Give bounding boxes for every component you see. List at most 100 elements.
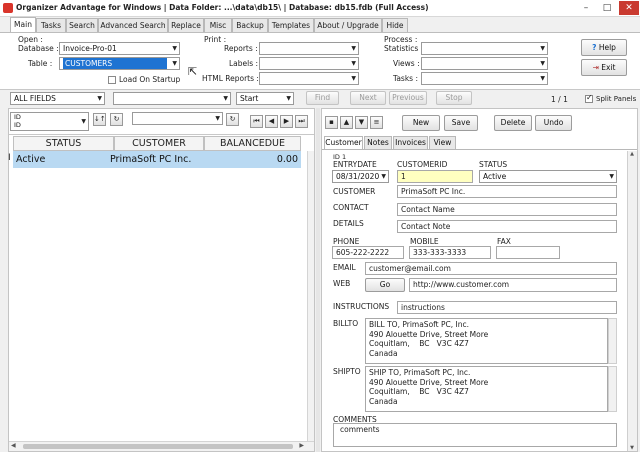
sort-order-button[interactable]: ↓↑ [93,113,106,126]
tab-misc[interactable]: Misc [204,18,232,32]
comments-field[interactable]: comments [333,423,617,447]
load-on-startup-label: Load On Startup [119,75,181,84]
statistics-select[interactable]: ▼ [421,42,548,55]
move-down-button[interactable]: ▼ [355,116,368,129]
split-panels-checkbox[interactable] [585,93,593,103]
tab-advanced-search[interactable]: Advanced Search [98,18,168,32]
title-bar: Organizer Advantage for Windows | Data F… [0,0,640,17]
tab-hide[interactable]: Hide [382,18,408,32]
last-record-button[interactable]: ⏭ [295,115,308,128]
status-select[interactable]: Active ▼ [479,170,617,183]
new-record-button[interactable]: New [402,115,440,131]
filter-select[interactable]: ▼ [132,112,223,125]
shipto-field[interactable]: SHIP TO, PrimaSoft PC, Inc. 490 Alouette… [365,366,608,412]
tasks-select[interactable]: ▼ [421,72,548,85]
move-field-button[interactable]: ▪ [325,116,338,129]
tab-customer[interactable]: Customer [324,136,363,149]
column-header-customer[interactable]: CUSTOMER [114,136,204,151]
refresh-sort-button[interactable]: ↻ [110,113,123,126]
move-up-button[interactable]: ▲ [340,116,353,129]
chevron-down-icon: ▼ [81,118,86,125]
cell-customer: PrimaSoft PC Inc. [110,154,192,165]
details-field[interactable]: Contact Note [397,220,617,233]
refresh-filter-button[interactable]: ↻ [226,113,239,126]
shipto-scrollbar[interactable] [608,366,617,412]
customer-form: ▲ ▼ ID 1 ENTRYDATE 08/31/2020 ▼ CUSTOMERI… [322,151,637,451]
delete-record-button[interactable]: Delete [494,115,532,131]
chevron-down-icon: ▼ [540,60,545,67]
close-button[interactable]: ✕ [619,1,639,15]
tab-replace[interactable]: Replace [168,18,204,32]
html-reports-select[interactable]: ▼ [259,72,359,85]
billto-scrollbar[interactable] [608,318,617,364]
labels-select[interactable]: ▼ [259,57,359,70]
align-button[interactable]: ≡ [370,116,383,129]
stop-button[interactable]: Stop [436,91,472,105]
grid-hscrollbar[interactable]: ◀ ▶ [9,441,314,451]
reports-select[interactable]: ▼ [259,42,359,55]
views-select[interactable]: ▼ [421,57,548,70]
next-record-button[interactable]: ▶ [280,115,293,128]
minimize-button[interactable]: – [576,1,596,15]
previous-button[interactable]: Previous [389,91,427,105]
fax-field[interactable] [496,246,560,259]
find-button[interactable]: Find [306,91,339,105]
tab-tasks[interactable]: Tasks [36,18,66,32]
tab-invoices[interactable]: Invoices [393,136,428,149]
instructions-field[interactable]: instructions [397,301,617,314]
column-header-status[interactable]: STATUS [13,136,114,151]
chevron-down-icon: ▼ [609,173,614,180]
first-record-button[interactable]: ⏮ [250,115,263,128]
email-field[interactable]: customer@email.com [365,262,617,275]
field-icon: ▪ [329,118,334,126]
refresh-icon: ↻ [229,115,236,123]
tab-templates[interactable]: Templates [268,18,314,32]
tab-notes[interactable]: Notes [364,136,392,149]
scroll-thumb[interactable] [23,444,293,449]
next-button[interactable]: Next [350,91,386,105]
undo-button[interactable]: Undo [535,115,572,131]
chevron-down-icon: ▼ [351,75,356,82]
tab-backup[interactable]: Backup [232,18,268,32]
phone-field[interactable]: 605-222-2222 [332,246,404,259]
load-on-startup-checkbox[interactable] [108,76,116,84]
grid-vscrollbar[interactable] [307,151,314,441]
cell-balancedue: 0.00 [276,154,298,165]
help-button[interactable]: ? Help [581,39,627,56]
tab-view[interactable]: View [429,136,456,149]
customer-label: CUSTOMER [333,187,376,196]
web-field[interactable]: http://www.customer.com [409,278,617,292]
tab-main[interactable]: Main [10,17,36,32]
mobile-label: MOBILE [410,237,439,246]
form-vscrollbar[interactable]: ▲ ▼ [627,151,637,451]
column-header-balancedue[interactable]: BALANCEDUE [204,136,301,151]
entrydate-field[interactable]: 08/31/2020 ▼ [332,170,389,183]
billto-field[interactable]: BILL TO, PrimaSoft PC, Inc. 490 Alouette… [365,318,608,364]
database-select[interactable]: Invoice-Pro-01 ▼ [59,42,180,55]
search-input[interactable]: ▼ [113,92,231,105]
sort-icon: ↓↑ [94,115,106,123]
next-icon: ▶ [283,117,290,125]
panel-splitter[interactable] [316,108,320,452]
save-record-button[interactable]: Save [444,115,478,131]
tab-search[interactable]: Search [66,18,98,32]
web-go-button[interactable]: Go [365,278,405,292]
reports-label: Reports : [224,44,258,53]
search-mode-select[interactable]: Start ▼ [236,92,294,105]
table-select[interactable]: CUSTOMERS ▼ [59,57,180,70]
table-row[interactable]: Active PrimaSoft PC Inc. 0.00 [13,151,301,168]
sort-field-select[interactable]: ID ID ▼ [10,112,89,131]
maximize-button[interactable]: □ [597,1,617,15]
exit-icon: ⇥ [592,63,599,72]
chevron-down-icon: ▼ [351,45,356,52]
customerid-field[interactable]: 1 [397,170,473,183]
help-icon: ? [592,43,597,52]
search-field-select[interactable]: ALL FIELDS ▼ [10,92,105,105]
exit-button[interactable]: ⇥ Exit [581,59,627,76]
contact-field[interactable]: Contact Name [397,203,617,216]
mobile-field[interactable]: 333-333-3333 [409,246,491,259]
tab-about-upgrade[interactable]: About / Upgrade [314,18,382,32]
prev-record-button[interactable]: ◀ [265,115,278,128]
customer-field[interactable]: PrimaSoft PC Inc. [397,185,617,198]
status-label: STATUS [479,160,508,169]
